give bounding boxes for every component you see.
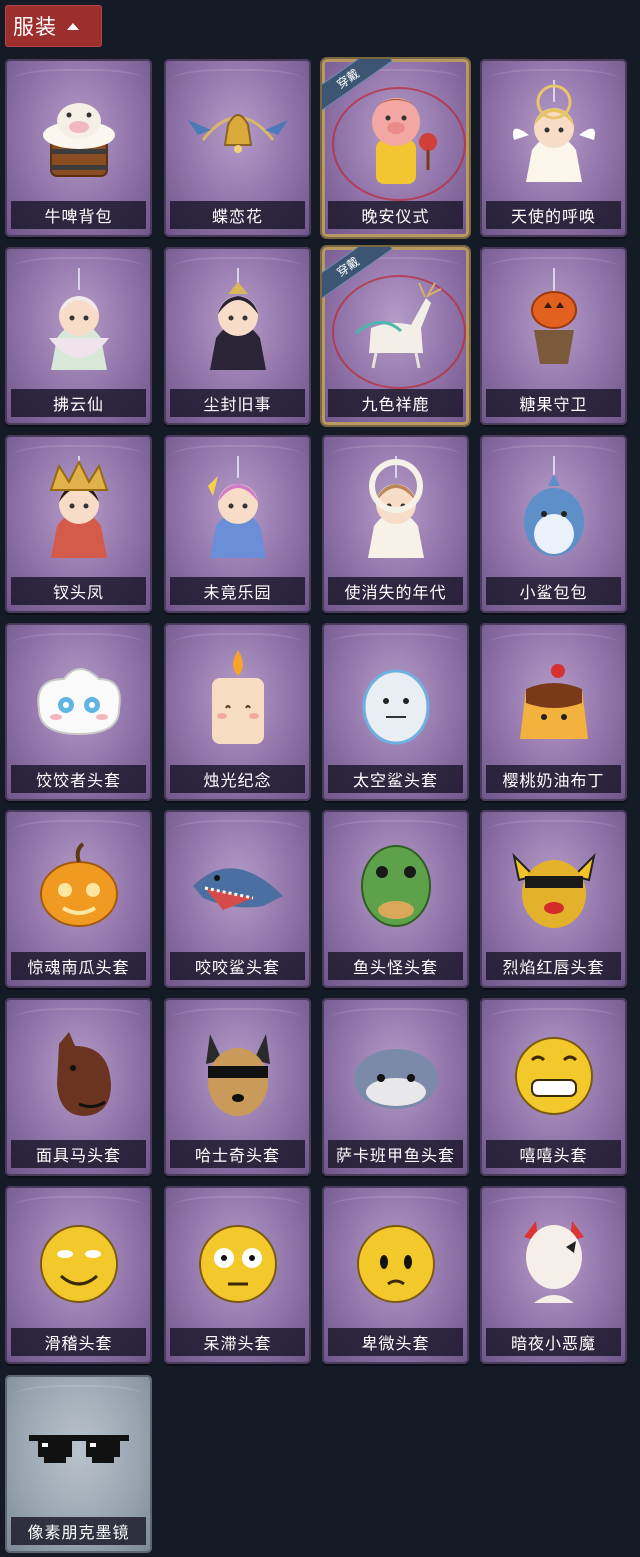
item-card[interactable]: 烛光纪念 [164, 623, 311, 801]
item-name: 饺饺者头套 [11, 765, 146, 793]
item-card[interactable]: 钗头凤 [5, 435, 152, 613]
item-card[interactable]: 饺饺者头套 [5, 623, 152, 801]
cloud-fairy-icon [5, 261, 152, 385]
category-label: 服装 [13, 15, 57, 39]
item-card[interactable]: 樱桃奶油布丁 [480, 623, 627, 801]
item-card[interactable]: 惊魂南瓜头套 [5, 810, 152, 988]
fish-head-icon [322, 824, 469, 948]
item-name: 烈焰红唇头套 [486, 952, 621, 980]
item-card[interactable]: 呆滞头套 [164, 1186, 311, 1364]
item-name: 嘻嘻头套 [486, 1140, 621, 1168]
item-name: 卑微头套 [328, 1328, 463, 1356]
item-name: 九色祥鹿 [328, 389, 463, 417]
pumpkin-head-icon [5, 824, 152, 948]
item-name: 滑稽头套 [11, 1328, 146, 1356]
item-name: 晚安仪式 [328, 201, 463, 229]
item-card[interactable]: 萨卡班甲鱼头套 [322, 998, 469, 1176]
veiled-doll-icon [322, 449, 469, 573]
item-name: 哈士奇头套 [170, 1140, 305, 1168]
item-name: 太空鲨头套 [328, 765, 463, 793]
phoenix-crown-icon [5, 449, 152, 573]
item-card[interactable]: 尘封旧事 [164, 247, 311, 425]
item-name: 尘封旧事 [170, 389, 305, 417]
funny-emoji-head-icon [5, 1200, 152, 1324]
item-card[interactable]: 太空鲨头套 [322, 623, 469, 801]
husky-head-icon [164, 1012, 311, 1136]
chevron-up-icon[interactable] [67, 22, 79, 30]
item-card[interactable]: 使消失的年代 [322, 435, 469, 613]
item-card[interactable]: 暗夜小恶魔 [480, 1186, 627, 1364]
item-name: 钗头凤 [11, 577, 146, 605]
item-name: 暗夜小恶魔 [486, 1328, 621, 1356]
item-card[interactable]: 小鲨包包 [480, 435, 627, 613]
item-card[interactable]: 拂云仙 [5, 247, 152, 425]
horse-head-icon [5, 1012, 152, 1136]
item-card[interactable]: 蝶恋花 [164, 59, 311, 237]
item-name: 惊魂南瓜头套 [11, 952, 146, 980]
item-card[interactable]: 未竟乐园 [164, 435, 311, 613]
sacabambaspis-head-icon [322, 1012, 469, 1136]
pleading-emoji-head-icon [322, 1200, 469, 1324]
dazed-emoji-head-icon [164, 1200, 311, 1324]
item-name: 使消失的年代 [328, 577, 463, 605]
item-name: 樱桃奶油布丁 [486, 765, 621, 793]
item-card[interactable]: 穿戴 晚安仪式 [322, 59, 469, 237]
shark-bag-icon [480, 449, 627, 573]
item-name: 牛啤背包 [11, 201, 146, 229]
pumpkin-guard-icon [480, 261, 627, 385]
category-header-toggle[interactable]: 服装 [5, 5, 102, 47]
item-name: 像素朋克墨镜 [11, 1517, 146, 1545]
item-card[interactable]: 牛啤背包 [5, 59, 152, 237]
item-card[interactable]: 天使的呼唤 [480, 59, 627, 237]
item-card[interactable]: 面具马头套 [5, 998, 152, 1176]
gentleman-icon [164, 261, 311, 385]
little-devil-icon [480, 1200, 627, 1324]
item-name: 拂云仙 [11, 389, 146, 417]
item-card[interactable]: 穿戴 九色祥鹿 [322, 247, 469, 425]
item-name: 天使的呼唤 [486, 201, 621, 229]
item-card[interactable]: 卑微头套 [322, 1186, 469, 1364]
item-name: 鱼头怪头套 [328, 952, 463, 980]
item-card[interactable]: 嘻嘻头套 [480, 998, 627, 1176]
butterfly-bell-icon [164, 73, 311, 197]
shark-head-icon [164, 824, 311, 948]
space-shark-head-icon [322, 637, 469, 761]
candle-head-icon [164, 637, 311, 761]
item-name: 面具马头套 [11, 1140, 146, 1168]
item-name: 萨卡班甲鱼头套 [328, 1140, 463, 1168]
wizard-girl-icon [164, 449, 311, 573]
item-card[interactable]: 烈焰红唇头套 [480, 810, 627, 988]
item-card[interactable]: 鱼头怪头套 [322, 810, 469, 988]
item-card[interactable]: 像素朋克墨镜 [5, 1375, 152, 1553]
pudding-head-icon [480, 637, 627, 761]
item-name: 咬咬鲨头套 [170, 952, 305, 980]
item-name: 蝶恋花 [170, 201, 305, 229]
item-card[interactable]: 哈士奇头套 [164, 998, 311, 1176]
red-lips-head-icon [480, 824, 627, 948]
item-name: 未竟乐园 [170, 577, 305, 605]
angel-icon [480, 73, 627, 197]
dumpling-head-icon [5, 637, 152, 761]
grin-emoji-head-icon [480, 1012, 627, 1136]
beer-cow-bag-icon [5, 73, 152, 197]
item-name: 烛光纪念 [170, 765, 305, 793]
item-card[interactable]: 咬咬鲨头套 [164, 810, 311, 988]
item-name: 糖果守卫 [486, 389, 621, 417]
item-card[interactable]: 糖果守卫 [480, 247, 627, 425]
item-name: 呆滞头套 [170, 1328, 305, 1356]
item-card[interactable]: 滑稽头套 [5, 1186, 152, 1364]
pixel-sunglasses-icon [5, 1389, 152, 1513]
item-name: 小鲨包包 [486, 577, 621, 605]
